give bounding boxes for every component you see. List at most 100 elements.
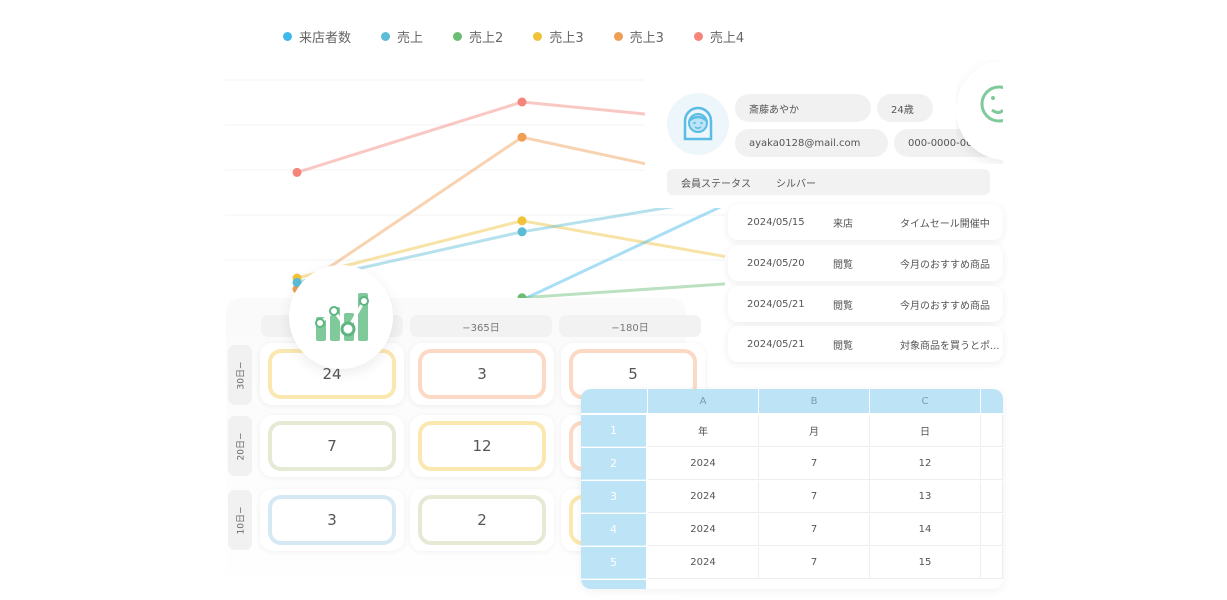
series-line [520,192,749,302]
legend-dot [453,31,463,41]
sheet-cell[interactable]: 年 [648,415,759,447]
heatmap-cell[interactable]: 3 [260,489,404,551]
row-header: 20日− [228,416,252,476]
legend-item[interactable]: 売上 [381,27,423,46]
series-point[interactable] [517,132,527,142]
legend-dot [693,31,703,41]
sheet-cell[interactable] [981,547,1003,579]
member-status-value: シルバー [776,178,816,190]
activity-row[interactable]: 2024/05/21 閲覧 対象商品を買うとポ... [728,326,1003,362]
sheet-cell[interactable]: 7 [759,514,870,546]
sheet-cell[interactable]: 7 [759,547,870,579]
legend-label: 売上3 [549,30,584,46]
sheet-cell[interactable]: 2024 [648,547,759,579]
avatar[interactable] [667,93,729,155]
sheet-cell[interactable]: 月 [759,415,870,447]
activity-type: 閲覧 [833,259,853,271]
legend-item[interactable]: 売上3 [613,27,664,46]
sheet-cell[interactable]: 13 [870,481,981,513]
legend-item[interactable]: 売上3 [533,27,584,46]
sheet-cell[interactable] [981,514,1003,546]
activity-date: 2024/05/15 [747,216,805,228]
sheet-cell[interactable] [981,448,1003,480]
legend-item[interactable]: 来店者数 [283,27,351,46]
chart-analytics-icon [315,293,369,341]
member-status-bar: 会員ステータス シルバー [667,169,990,195]
heatmap-cell-value: 3 [418,349,546,399]
activity-date: 2024/05/20 [747,257,805,269]
row-header-label: 10日− [236,506,247,534]
legend-label: 売上3 [629,30,664,46]
heatmap-cell-value: 3 [268,495,396,545]
customer-age-field: 24歳 [877,94,933,122]
legend-label: 売上4 [709,30,745,46]
sheet-cell[interactable]: 2024 [648,481,759,513]
activity-date: 2024/05/21 [747,298,805,310]
sheet-cell[interactable]: 12 [870,448,981,480]
legend-label: 売上2 [469,30,504,46]
sheet-row-number[interactable]: 3 [581,481,646,513]
legend-dot [283,31,292,41]
row-header: 30日− [228,345,252,405]
heatmap-cell-value: 12 [418,421,546,471]
sheet-cell[interactable] [981,415,1003,447]
activity-description: 今月のおすすめ商品 [900,259,990,271]
activity-description: 対象商品を買うとポ... [900,340,1000,352]
legend-label: 来店者数 [299,30,352,46]
heatmap-cell[interactable]: 12 [410,415,554,477]
chart-badge [289,265,393,369]
smile-badge [956,60,1003,164]
heatmap-cell-value: 7 [268,421,396,471]
sheet-row-number[interactable]: 4 [581,514,646,546]
activity-description: 今月のおすすめ商品 [900,300,990,312]
member-status-label: 会員ステータス [681,178,751,190]
series-point[interactable] [517,216,527,226]
customer-email-field: ayaka0128@mail.com [735,129,888,157]
sheet-column-header[interactable]: B [759,389,869,413]
sheet-cell[interactable]: 2024 [648,514,759,546]
activity-row[interactable]: 2024/05/20 閲覧 今月のおすすめ商品 [728,245,1003,281]
sheet-column-header[interactable]: A [648,389,758,413]
sheet-cell[interactable]: 7 [759,448,870,480]
spreadsheet: A B C 1 年 月 日 2 2024 7 12 3 2024 7 13 4 … [581,389,1003,589]
column-header: −365日 [410,315,552,337]
heatmap-cell[interactable]: 2 [410,489,554,551]
sheet-column-header[interactable]: C [870,389,980,413]
legend-dot [533,31,543,41]
smile-face-icon [980,85,1003,123]
activity-type: 閲覧 [833,340,853,352]
heatmap-cell-value: 2 [418,495,546,545]
legend-dot [613,31,623,41]
sheet-column-header[interactable] [981,389,1003,413]
activity-date: 2024/05/21 [747,338,805,350]
series-point[interactable] [292,167,302,177]
sheet-row-number[interactable]: 2 [581,448,646,480]
heatmap-cell[interactable]: 3 [410,343,554,405]
series-point[interactable] [517,97,527,107]
activity-row[interactable]: 2024/05/15 来店 タイムセール開催中 [728,204,1003,240]
activity-description: タイムセール開催中 [900,218,990,230]
column-header: −180日 [559,315,701,337]
heatmap-cell[interactable]: 7 [260,415,404,477]
sheet-cell[interactable]: 15 [870,547,981,579]
sheet-cell[interactable]: 14 [870,514,981,546]
activity-row[interactable]: 2024/05/21 閲覧 今月のおすすめ商品 [728,286,1003,322]
row-header-label: 20日− [236,432,247,460]
activity-type: 閲覧 [833,300,853,312]
sheet-cell[interactable] [981,481,1003,513]
sheet-cell[interactable]: 日 [870,415,981,447]
sheet-row-number[interactable]: 1 [581,415,646,447]
sheet-cell[interactable]: 2024 [648,448,759,480]
legend-item[interactable]: 売上2 [453,27,503,46]
series-point[interactable] [517,227,527,237]
legend-label: 売上 [397,30,424,46]
row-header-label: 30日− [236,361,247,389]
sheet-row-number[interactable]: 5 [581,547,646,579]
legend-dot [381,31,391,41]
legend-item[interactable]: 売上4 [693,27,745,46]
customer-name-field: 斎藤あやか [735,94,871,122]
sheet-row-number[interactable] [581,580,646,589]
activity-type: 来店 [833,218,853,230]
row-header: 10日− [228,490,252,550]
sheet-cell[interactable]: 7 [759,481,870,513]
